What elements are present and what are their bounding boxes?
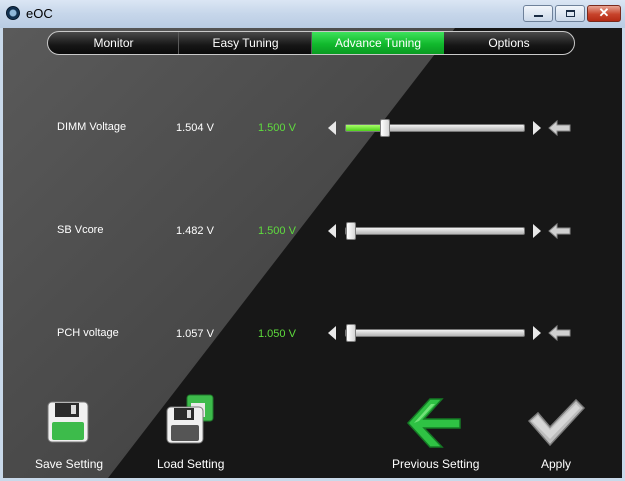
dimm-voltage-reset-icon[interactable] [548,119,572,137]
sb-vcore-label: SB Vcore [57,224,104,236]
dimm-voltage-increase-icon[interactable] [533,121,541,135]
sb-vcore-slider-thumb[interactable] [346,222,356,240]
pch-voltage-slider[interactable] [345,324,525,342]
close-button[interactable]: ✕ [587,5,621,22]
eoc-app-icon [6,6,20,20]
dimm-voltage-target: 1.500 V [258,122,296,134]
dimm-voltage-label: DIMM Voltage [57,121,127,133]
dimm-voltage-slider-thumb[interactable] [380,119,390,137]
main-panel: Monitor Easy Tuning Advance Tuning Optio… [3,28,622,478]
sb-vcore-increase-icon[interactable] [533,224,541,238]
tab-bar: Monitor Easy Tuning Advance Tuning Optio… [47,31,575,55]
previous-setting-label: Previous Setting [392,457,480,471]
minimize-icon [534,15,543,17]
sb-vcore-decrease-icon[interactable] [328,224,336,238]
sb-vcore-reset-icon[interactable] [548,222,572,240]
pch-voltage-slider-thumb[interactable] [346,324,356,342]
window-title: eOC [26,6,53,21]
dimm-voltage-slider[interactable] [345,119,525,137]
eoc-window: eOC ✕ Monitor Easy Tuning Advance Tuning… [0,0,625,481]
pch-voltage-label: PCH voltage [57,327,119,339]
save-setting-label: Save Setting [35,457,104,471]
tab-monitor[interactable]: Monitor [48,32,179,54]
load-floppy-icon [166,394,214,444]
tab-easy-tuning[interactable]: Easy Tuning [179,32,312,54]
dimm-voltage-decrease-icon[interactable] [328,121,336,135]
save-setting-button[interactable]: Save Setting [31,396,103,476]
floppy-disk-icon [47,401,89,443]
load-setting-button[interactable]: Load Setting [153,391,229,476]
pch-voltage-current: 1.057 V [176,328,214,340]
maximize-icon [566,10,575,17]
apply-button[interactable]: Apply [521,393,591,476]
minimize-button[interactable] [523,5,553,22]
pch-voltage-target: 1.050 V [258,328,296,340]
maximize-button[interactable] [555,5,585,22]
dimm-voltage-slider-fill [346,125,382,131]
close-icon: ✕ [598,5,610,20]
sb-vcore-slider[interactable] [345,222,525,240]
dimm-voltage-current: 1.504 V [176,122,214,134]
title-bar[interactable]: eOC ✕ [0,0,625,28]
load-setting-label: Load Setting [157,457,225,471]
sb-vcore-current: 1.482 V [176,225,214,237]
apply-label: Apply [541,457,572,471]
green-back-arrow-icon [406,398,461,448]
checkmark-icon [527,398,586,447]
tab-options[interactable]: Options [444,32,574,54]
pch-voltage-reset-icon[interactable] [548,324,572,342]
pch-voltage-decrease-icon[interactable] [328,326,336,340]
previous-setting-button[interactable]: Previous Setting [388,393,482,476]
pch-voltage-increase-icon[interactable] [533,326,541,340]
sb-vcore-target: 1.500 V [258,225,296,237]
tab-advance-tuning[interactable]: Advance Tuning [312,32,444,54]
